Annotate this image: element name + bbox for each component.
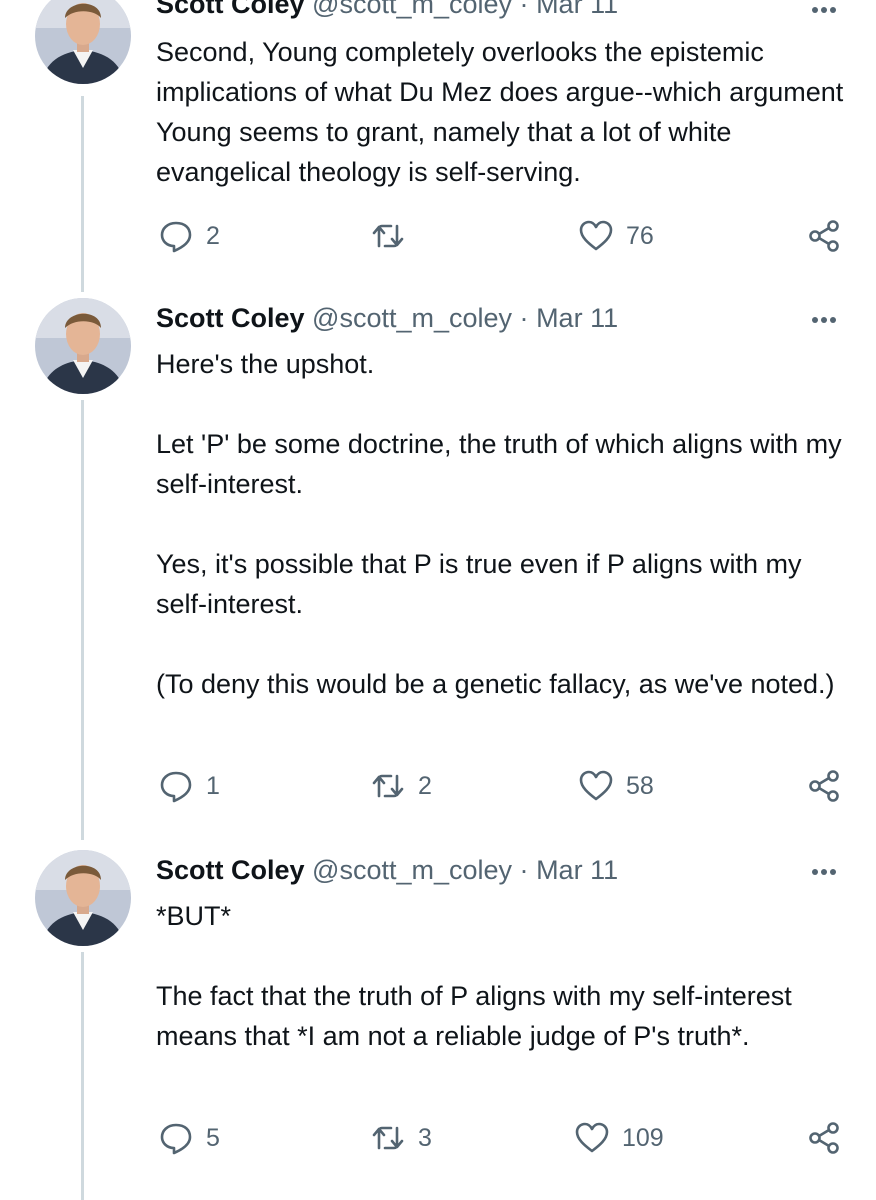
like-count: 109 <box>622 1123 664 1152</box>
heart-icon <box>579 770 613 801</box>
separator-dot: · <box>519 855 529 885</box>
like-button[interactable]: 109 <box>574 1118 664 1158</box>
reply-bubble-icon <box>160 221 192 253</box>
share-icon <box>809 220 839 252</box>
reply-button[interactable]: 1 <box>158 766 220 806</box>
more-dots-icon <box>812 869 836 875</box>
tweet-paragraph: Yes, it's possible that P is true even i… <box>156 549 802 619</box>
more-options-button[interactable] <box>806 862 842 882</box>
tweet-header: Scott Coley @scott_m_coley · Mar 11 <box>156 852 618 888</box>
tweet-paragraph: (To deny this would be a genetic fallacy… <box>156 669 835 699</box>
like-button[interactable]: 76 <box>578 216 654 256</box>
share-button[interactable] <box>806 766 842 806</box>
author-name[interactable]: Scott Coley <box>156 303 305 333</box>
tweet-text: Here's the upshot. Let 'P' be some doctr… <box>156 344 846 704</box>
avatar[interactable] <box>35 0 131 84</box>
tweet-date[interactable]: Mar 11 <box>536 0 618 19</box>
tweet-text: Second, Young completely overlooks the e… <box>156 32 846 192</box>
profile-photo <box>35 298 131 394</box>
tweet-paragraph: Second, Young completely overlooks the e… <box>156 37 844 187</box>
retweet-button[interactable]: 3 <box>370 1118 432 1158</box>
separator-dot: · <box>519 303 529 333</box>
separator-dot: · <box>519 0 529 19</box>
reply-count: 2 <box>206 221 220 250</box>
profile-photo <box>35 850 131 946</box>
heart-icon <box>575 1122 609 1153</box>
retweet-icon <box>372 774 404 798</box>
avatar[interactable] <box>35 850 131 946</box>
reply-count: 1 <box>206 771 220 800</box>
thread-line <box>81 400 84 840</box>
author-name[interactable]: Scott Coley <box>156 855 305 885</box>
like-count: 76 <box>626 221 654 250</box>
thread-line <box>81 952 84 1200</box>
share-button[interactable] <box>806 1118 842 1158</box>
more-dots-icon <box>812 7 836 13</box>
tweet-paragraph: The fact that the truth of P aligns with… <box>156 981 792 1051</box>
tweet-date[interactable]: Mar 11 <box>536 303 618 333</box>
avatar[interactable] <box>35 298 131 394</box>
tweet-date[interactable]: Mar 11 <box>536 855 618 885</box>
reply-button[interactable]: 2 <box>158 216 220 256</box>
like-count: 58 <box>626 771 654 800</box>
like-button[interactable]: 58 <box>578 766 654 806</box>
tweet-paragraph: Here's the upshot. <box>156 349 375 379</box>
more-options-button[interactable] <box>806 310 842 330</box>
tweet-thread: Scott Coley @scott_m_coley · Mar 11 Seco… <box>0 0 876 1200</box>
retweet-button[interactable]: 2 <box>370 766 432 806</box>
retweet-count: 2 <box>418 771 432 800</box>
share-icon <box>809 1122 839 1154</box>
share-button[interactable] <box>806 216 842 256</box>
thread-line <box>81 96 84 292</box>
tweet-paragraph: *BUT* <box>156 901 232 931</box>
author-handle[interactable]: @scott_m_coley <box>312 303 512 333</box>
reply-count: 5 <box>206 1123 220 1152</box>
reply-bubble-icon <box>160 1123 192 1155</box>
reply-bubble-icon <box>160 771 192 803</box>
profile-photo <box>35 0 131 84</box>
more-options-button[interactable] <box>806 0 842 20</box>
retweet-button[interactable] <box>370 216 418 256</box>
retweet-icon <box>372 1126 404 1150</box>
author-handle[interactable]: @scott_m_coley <box>312 0 512 19</box>
more-dots-icon <box>812 317 836 323</box>
heart-icon <box>579 220 613 251</box>
author-name[interactable]: Scott Coley <box>156 0 305 19</box>
author-handle[interactable]: @scott_m_coley <box>312 855 512 885</box>
tweet-text: *BUT* The fact that the truth of P align… <box>156 896 846 1056</box>
retweet-icon <box>372 224 404 248</box>
share-icon <box>809 770 839 802</box>
tweet-paragraph: Let 'P' be some doctrine, the truth of w… <box>156 429 842 499</box>
tweet-header: Scott Coley @scott_m_coley · Mar 11 <box>156 0 618 22</box>
retweet-count: 3 <box>418 1123 432 1152</box>
reply-button[interactable]: 5 <box>158 1118 220 1158</box>
tweet-header: Scott Coley @scott_m_coley · Mar 11 <box>156 300 618 336</box>
